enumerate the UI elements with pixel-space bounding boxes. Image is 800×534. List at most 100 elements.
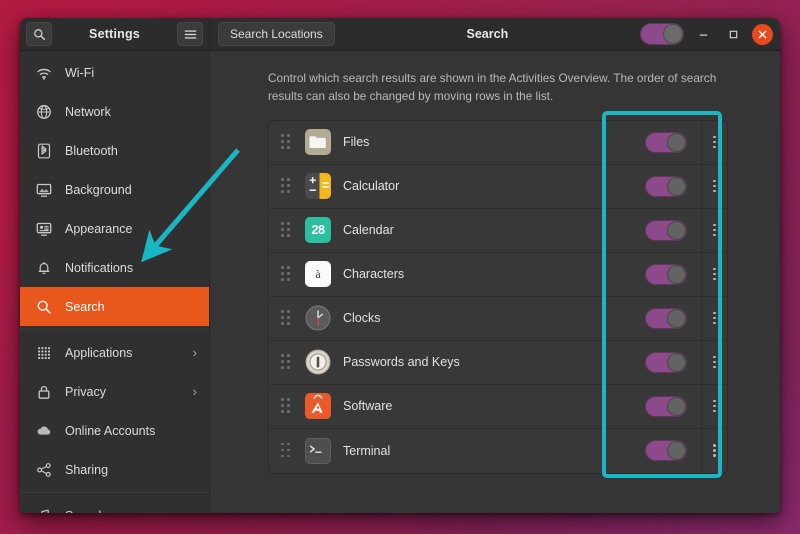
sidebar-item-label: Sound xyxy=(65,509,101,514)
search-provider-row: Software xyxy=(269,385,727,429)
titlebar-right: Search Locations Search xyxy=(210,18,780,50)
calendar-day-number: 28 xyxy=(312,223,325,237)
page-title: Search xyxy=(343,27,632,41)
sidebar-item-search[interactable]: Search xyxy=(20,287,209,326)
character-glyph: à xyxy=(315,267,320,282)
bluetooth-icon xyxy=(36,143,52,159)
sidebar-item-notifications[interactable]: Notifications xyxy=(20,248,209,287)
row-menu-icon[interactable] xyxy=(701,120,727,164)
grid-apps-icon-wrap xyxy=(34,345,54,361)
search-icon xyxy=(36,299,52,315)
sidebar-item-applications[interactable]: Applications› xyxy=(20,333,209,372)
sidebar: Wi-Fi Network Bluetooth Background Appearanc… xyxy=(20,51,210,513)
search-provider-toggle[interactable] xyxy=(645,176,687,197)
sidebar-item-label: Bluetooth xyxy=(65,144,118,158)
drag-grip-icon[interactable] xyxy=(281,443,293,459)
search-provider-row: Files xyxy=(269,121,727,165)
search-provider-label: Terminal xyxy=(343,444,645,458)
search-providers-list: FilesCalculator28CalendaràCharactersCloc… xyxy=(268,120,728,474)
toggle-knob xyxy=(667,441,686,460)
drag-grip-icon[interactable] xyxy=(281,178,293,194)
sidebar-item-label: Appearance xyxy=(65,222,132,236)
network-globe-icon-wrap xyxy=(34,104,54,120)
calculator-icon xyxy=(305,173,331,199)
files-folder-icon xyxy=(305,129,331,155)
drag-grip-icon[interactable] xyxy=(281,398,293,414)
sidebar-item-label: Network xyxy=(65,105,111,119)
search-provider-toggle[interactable] xyxy=(645,264,687,285)
search-locations-button[interactable]: Search Locations xyxy=(218,22,335,46)
minimize-button[interactable] xyxy=(692,23,714,45)
row-menu-icon[interactable] xyxy=(701,340,727,384)
hamburger-menu-icon xyxy=(184,29,197,40)
sidebar-item-appearance[interactable]: Appearance xyxy=(20,209,209,248)
window-body: Wi-Fi Network Bluetooth Background Appearanc… xyxy=(20,51,780,513)
sidebar-item-label: Background xyxy=(65,183,132,197)
search-provider-row: Passwords and Keys xyxy=(269,341,727,385)
sidebar-item-label: Online Accounts xyxy=(65,424,155,438)
software-icon xyxy=(305,393,331,419)
search-provider-toggle[interactable] xyxy=(645,132,687,153)
app-title: Settings xyxy=(52,27,177,41)
sidebar-item-label: Search xyxy=(65,300,105,314)
hamburger-menu-button[interactable] xyxy=(177,22,203,46)
search-provider-row: Calculator xyxy=(269,165,727,209)
drag-grip-icon[interactable] xyxy=(281,134,293,150)
sidebar-item-privacy[interactable]: Privacy› xyxy=(20,372,209,411)
sidebar-item-background[interactable]: Background xyxy=(20,170,209,209)
sidebar-item-online-accounts[interactable]: Online Accounts xyxy=(20,411,209,450)
appearance-monitor-icon-wrap xyxy=(34,221,54,237)
toggle-knob xyxy=(663,24,683,44)
header-toggle-switch[interactable] xyxy=(640,23,684,45)
maximize-icon xyxy=(728,29,739,40)
toggle-knob xyxy=(667,221,686,240)
toggle-knob xyxy=(667,177,686,196)
row-menu-icon[interactable] xyxy=(701,252,727,296)
search-provider-label: Calendar xyxy=(343,223,645,237)
search-provider-toggle[interactable] xyxy=(645,220,687,241)
search-provider-toggle[interactable] xyxy=(645,440,687,461)
row-menu-icon[interactable] xyxy=(701,164,727,208)
share-nodes-icon xyxy=(36,462,52,478)
toggle-knob xyxy=(667,309,686,328)
sidebar-item-label: Privacy xyxy=(65,385,106,399)
sidebar-separator xyxy=(20,329,209,330)
maximize-button[interactable] xyxy=(722,23,744,45)
main-content: Control which search results are shown i… xyxy=(210,51,780,513)
search-provider-toggle[interactable] xyxy=(645,396,687,417)
sidebar-separator xyxy=(20,492,209,493)
music-note-icon xyxy=(36,508,52,514)
drag-grip-icon[interactable] xyxy=(281,222,293,238)
search-provider-toggle[interactable] xyxy=(645,308,687,329)
row-menu-icon[interactable] xyxy=(701,429,727,473)
toggle-knob xyxy=(667,353,686,372)
search-provider-row: Clocks xyxy=(269,297,727,341)
sidebar-item-label: Wi-Fi xyxy=(65,66,94,80)
sidebar-item-label: Notifications xyxy=(65,261,133,275)
row-menu-icon[interactable] xyxy=(701,384,727,428)
search-provider-label: Calculator xyxy=(343,179,645,193)
drag-grip-icon[interactable] xyxy=(281,354,293,370)
sidebar-item-sharing[interactable]: Sharing xyxy=(20,450,209,489)
search-icon-button[interactable] xyxy=(26,22,52,46)
search-provider-row: 28 Calendar xyxy=(269,209,727,253)
share-nodes-icon-wrap xyxy=(34,462,54,478)
page-description: Control which search results are shown i… xyxy=(268,69,718,106)
close-button[interactable] xyxy=(752,24,773,45)
row-menu-icon[interactable] xyxy=(701,296,727,340)
search-provider-toggle[interactable] xyxy=(645,352,687,373)
network-globe-icon xyxy=(36,104,52,120)
search-icon-wrap xyxy=(34,299,54,315)
drag-grip-icon[interactable] xyxy=(281,310,293,326)
search-provider-label: Software xyxy=(343,399,645,413)
appearance-monitor-icon xyxy=(36,221,52,237)
sidebar-item-bluetooth[interactable]: Bluetooth xyxy=(20,131,209,170)
sidebar-item-sound[interactable]: Sound xyxy=(20,496,209,513)
drag-grip-icon[interactable] xyxy=(281,266,293,282)
titlebar: Settings Search Locations Search xyxy=(20,18,780,51)
sidebar-item-wi-fi[interactable]: Wi-Fi xyxy=(20,53,209,92)
sidebar-item-network[interactable]: Network xyxy=(20,92,209,131)
cloud-icon xyxy=(36,423,52,439)
minimize-icon xyxy=(698,29,709,40)
row-menu-icon[interactable] xyxy=(701,208,727,252)
